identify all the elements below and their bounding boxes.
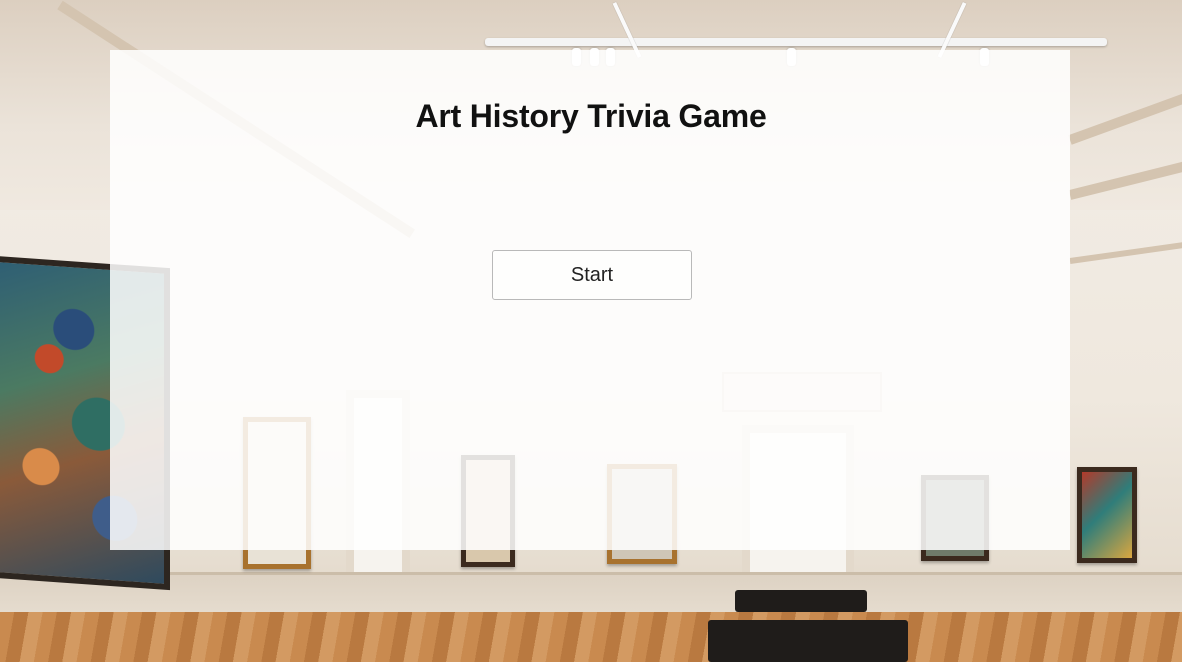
ceiling-cornice xyxy=(1069,239,1182,264)
gallery-bench xyxy=(708,620,908,662)
game-title: Art History Trivia Game xyxy=(415,98,767,134)
gallery-bench xyxy=(735,590,867,612)
framed-painting xyxy=(1077,467,1137,563)
light-track xyxy=(485,38,1107,46)
wooden-floor xyxy=(0,612,1182,662)
start-button[interactable]: Start xyxy=(492,250,692,300)
